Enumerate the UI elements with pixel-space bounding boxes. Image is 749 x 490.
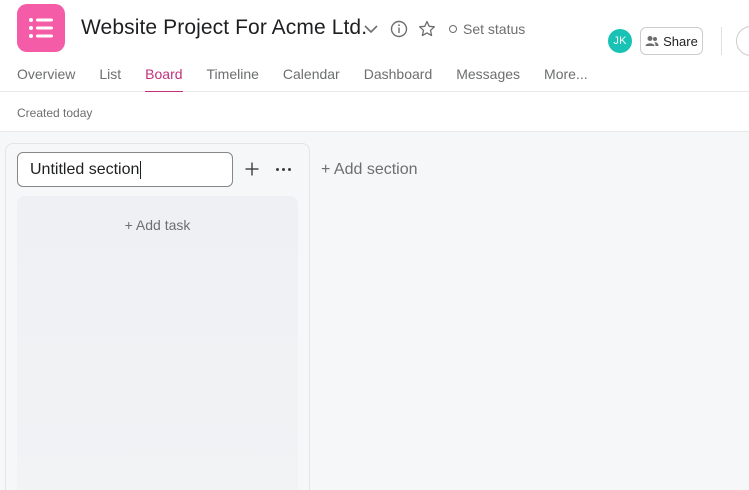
project-title[interactable]: Website Project For Acme Ltd. bbox=[81, 16, 367, 40]
plus-icon bbox=[245, 162, 259, 176]
set-status-button[interactable]: Set status bbox=[449, 21, 525, 37]
share-button[interactable]: Share bbox=[640, 27, 703, 55]
chevron-down-icon[interactable] bbox=[362, 20, 380, 38]
search-icon[interactable] bbox=[736, 26, 749, 56]
info-icon[interactable] bbox=[389, 19, 409, 39]
tab-board[interactable]: Board bbox=[145, 66, 183, 93]
add-section-button[interactable]: + Add section bbox=[321, 161, 418, 179]
list-icon bbox=[29, 18, 53, 38]
task-drop-area: + Add task bbox=[17, 196, 298, 490]
star-icon[interactable] bbox=[417, 19, 437, 39]
tab-calendar[interactable]: Calendar bbox=[283, 66, 340, 92]
project-toolbar: Created today bbox=[0, 92, 749, 132]
board-column: Untitled section + Add task bbox=[5, 143, 310, 490]
tab-overview[interactable]: Overview bbox=[17, 66, 75, 92]
text-caret bbox=[140, 160, 142, 179]
add-task-plus-button[interactable] bbox=[243, 160, 261, 178]
share-label: Share bbox=[663, 33, 698, 49]
created-text: Created today bbox=[17, 106, 93, 120]
tab-messages[interactable]: Messages bbox=[456, 66, 520, 92]
add-task-button[interactable]: + Add task bbox=[17, 217, 298, 233]
tab-more[interactable]: More... bbox=[544, 66, 588, 92]
board-canvas: Untitled section + Add task + Add sectio… bbox=[0, 132, 749, 490]
status-dot-icon bbox=[449, 25, 457, 33]
people-icon bbox=[645, 36, 659, 46]
tab-timeline[interactable]: Timeline bbox=[207, 66, 259, 92]
section-name-value: Untitled section bbox=[30, 161, 140, 178]
header-divider bbox=[721, 27, 722, 55]
set-status-label: Set status bbox=[463, 21, 526, 37]
tab-list[interactable]: List bbox=[99, 66, 121, 92]
tab-dashboard[interactable]: Dashboard bbox=[364, 66, 433, 92]
project-icon[interactable] bbox=[17, 4, 65, 52]
more-options-icon[interactable] bbox=[272, 160, 294, 178]
avatar[interactable]: JK bbox=[608, 29, 632, 53]
section-name-input[interactable]: Untitled section bbox=[17, 152, 233, 187]
project-header: Website Project For Acme Ltd. Set status… bbox=[0, 0, 749, 93]
project-tabs: Overview List Board Timeline Calendar Da… bbox=[17, 66, 612, 93]
